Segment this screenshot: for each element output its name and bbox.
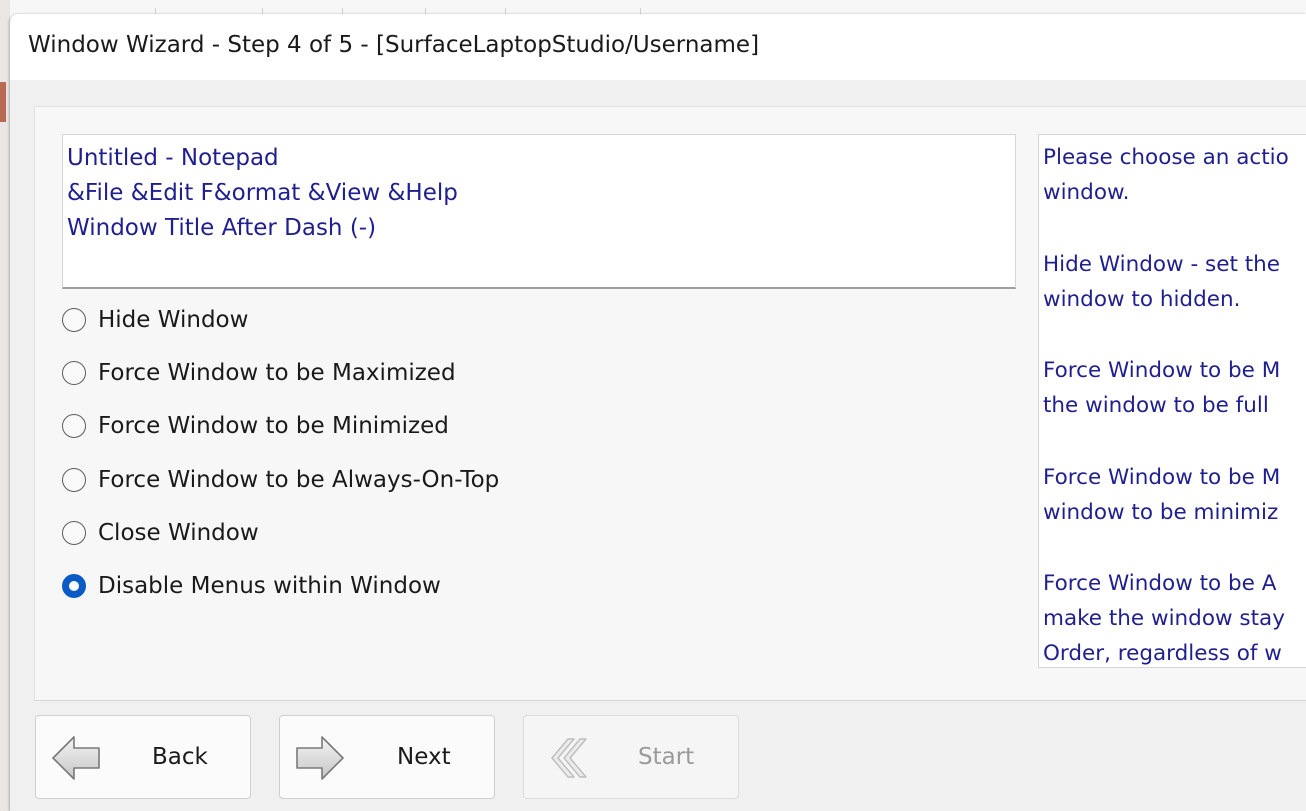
next-button[interactable]: Next: [279, 715, 495, 799]
back-arrow-icon: [52, 736, 100, 780]
help-line: make the window stay: [1043, 606, 1285, 631]
help-line: Force Window to be M: [1043, 358, 1281, 383]
target-window-match-rule: Window Title After Dash (-): [67, 215, 377, 241]
help-line: Order, regardless of w: [1043, 641, 1282, 666]
radio-disable-menus[interactable]: Disable Menus within Window: [62, 570, 441, 602]
radio-button-circle[interactable]: [62, 308, 86, 332]
background-app-strip: [0, 0, 1306, 14]
radio-force-minimized[interactable]: Force Window to be Minimized: [62, 410, 449, 442]
radio-label: Force Window to be Maximized: [98, 360, 456, 386]
help-line: Please choose an actio: [1043, 145, 1289, 170]
background-window-accent: [0, 82, 6, 122]
start-button-label: Start: [638, 744, 695, 770]
radio-label: Close Window: [98, 520, 259, 546]
radio-force-always-on-top[interactable]: Force Window to be Always-On-Top: [62, 464, 499, 496]
help-text-box[interactable]: Please choose an actio window. Hide Wind…: [1038, 134, 1306, 668]
double-chevron-left-icon: [551, 738, 587, 778]
help-line: window to hidden.: [1043, 287, 1241, 312]
target-window-menus: &File &Edit F&ormat &View &Help: [67, 180, 458, 206]
radio-label: Disable Menus within Window: [98, 573, 441, 599]
back-button-label: Back: [152, 744, 208, 770]
help-line: the window to be full: [1043, 393, 1269, 418]
back-button[interactable]: Back: [35, 715, 251, 799]
radio-label: Force Window to be Minimized: [98, 413, 449, 439]
next-arrow-icon: [296, 736, 344, 780]
screen: Window Wizard - Step 4 of 5 - [SurfaceLa…: [0, 0, 1306, 811]
start-button[interactable]: Start: [523, 715, 739, 799]
radio-force-maximized[interactable]: Force Window to be Maximized: [62, 357, 456, 389]
radio-label: Hide Window: [98, 307, 249, 333]
radio-button-circle-selected[interactable]: [62, 574, 86, 598]
help-line: Force Window to be M: [1043, 465, 1281, 490]
window-wizard-dialog: Window Wizard - Step 4 of 5 - [SurfaceLa…: [10, 14, 1306, 811]
title-bar[interactable]: Window Wizard - Step 4 of 5 - [SurfaceLa…: [10, 14, 1306, 80]
radio-close-window[interactable]: Close Window: [62, 517, 259, 549]
target-window-title: Untitled - Notepad: [67, 145, 279, 171]
radio-button-circle[interactable]: [62, 414, 86, 438]
help-line: window to be minimiz: [1043, 500, 1279, 525]
radio-button-circle[interactable]: [62, 468, 86, 492]
help-line: Hide Window - set the: [1043, 252, 1281, 277]
radio-button-circle[interactable]: [62, 361, 86, 385]
radio-label: Force Window to be Always-On-Top: [98, 467, 500, 493]
radio-button-circle[interactable]: [62, 521, 86, 545]
next-button-label: Next: [397, 744, 451, 770]
help-line: window.: [1043, 180, 1130, 205]
target-window-info-box: Untitled - Notepad &File &Edit F&ormat &…: [62, 134, 1016, 289]
help-line: Force Window to be A: [1043, 571, 1277, 596]
radio-hide-window[interactable]: Hide Window: [62, 304, 248, 336]
window-title: Window Wizard - Step 4 of 5 - [SurfaceLa…: [28, 32, 760, 58]
